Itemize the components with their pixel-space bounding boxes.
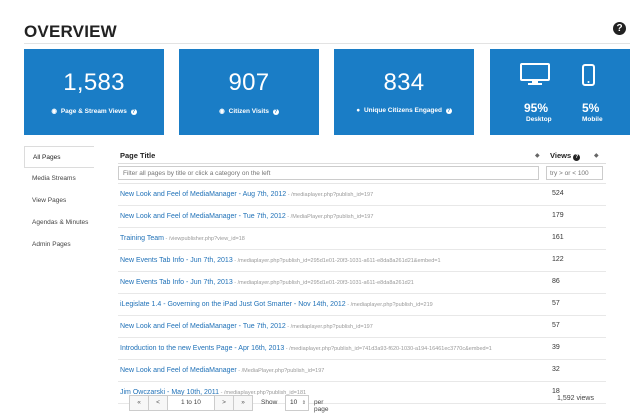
next-page-button[interactable]: > [214,395,234,411]
page-url: /mediaplayer.php?publish_id=197 [291,192,374,198]
info-icon[interactable]: ? [130,109,137,115]
tile-label: Citizen Visits [228,108,269,115]
desktop-label: Desktop [526,116,552,123]
table-body: New Look and Feel of MediaManager - Aug … [118,184,606,404]
table-row: iLegislate 1.4 - Governing on the iPad J… [118,294,606,316]
column-header-page-title[interactable]: Page Title [120,151,155,160]
views-count: 39 [552,344,560,351]
table-header: Page Title ◆ Views ? ◆ [118,146,606,164]
tile-value: 834 [383,69,425,96]
views-count: 86 [552,278,560,285]
title-divider [24,43,630,44]
filter-row [118,164,606,184]
views-count: 57 [552,300,560,307]
views-count: 122 [552,256,564,263]
page-url: /mediaplayer.php?publish_id=219 [350,302,433,308]
sidebar-item-admin-pages[interactable]: Admin Pages [24,234,94,256]
desktop-icon [520,63,550,85]
eye-icon: ◉ [219,108,225,115]
table-row: New Look and Feel of MediaManager - Tue … [118,206,606,228]
eye-icon: ◉ [51,108,58,115]
total-views: 1,592 views [557,395,594,402]
help-icon[interactable]: ? [613,22,626,35]
table-row: Introduction to the new Events Page - Ap… [118,338,606,360]
info-icon[interactable]: ? [272,109,279,115]
chevron-updown-icon: ⇕ [301,400,306,406]
show-label: Show [261,399,278,406]
info-icon[interactable]: ? [445,108,452,114]
sidebar-item-agendas-minutes[interactable]: Agendas & Minutes [24,212,94,234]
table-row: New Events Tab Info - Jun 7th, 2013 - /m… [118,272,606,294]
page-link[interactable]: New Look and Feel of MediaManager - Tue … [120,213,286,220]
tile-value: 1,583 [63,69,125,96]
page-url: /mediaplayer.php?publish_id=295d1e01-20f… [237,280,414,286]
page-link[interactable]: iLegislate 1.4 - Governing on the iPad J… [120,301,346,308]
tile-label: Page & Stream Views [60,108,127,115]
tile-label: Unique Citizens Engaged [363,107,442,114]
page-link[interactable]: New Look and Feel of MediaManager - Tue … [120,323,286,330]
unique-citizens-tile: 834 ● Unique Citizens Engaged ? [334,49,474,135]
per-page-select[interactable]: 10 ⇕ [285,395,309,411]
page-link[interactable]: Training Team [120,235,164,242]
table-row: New Events Tab Info - Jun 7th, 2013 - /m… [118,250,606,272]
page-link[interactable]: New Look and Feel of MediaManager [120,367,237,374]
tile-value: 907 [228,69,270,96]
page-url: /mediaplayer.php?publish_id=741d3a93-f62… [289,346,492,352]
table-row: Training Team - /viewpublisher.php?view_… [118,228,606,250]
pages-table: Page Title ◆ Views ? ◆ New Look and Feel… [118,146,606,404]
page-range: 1 to 10 [168,395,214,411]
tile-caption: ◉ Citizen Visits ? [179,107,319,115]
citizen-visits-tile: 907 ◉ Citizen Visits ? [179,49,319,135]
views-filter-input[interactable] [546,166,603,180]
sidebar-item-all-pages[interactable]: All Pages [24,146,94,168]
last-page-button[interactable]: » [233,395,253,411]
page-url: /viewpublisher.php?view_id=18 [168,236,245,242]
views-count: 524 [552,190,564,197]
views-count: 57 [552,322,560,329]
table-row: New Look and Feel of MediaManager - Tue … [118,316,606,338]
table-row: New Look and Feel of MediaManager - Aug … [118,184,606,206]
tile-caption: ◉ Page & Stream Views ? [24,107,164,115]
device-breakdown-tile: 95% Desktop 5% Mobile [490,49,630,135]
tile-caption: ● Unique Citizens Engaged ? [334,107,474,114]
table-row: New Look and Feel of MediaManager - /Med… [118,360,606,382]
sort-icon[interactable]: ◆ [594,152,599,159]
views-count: 32 [552,366,560,373]
views-count: 161 [552,234,564,241]
column-header-views[interactable]: Views ? [550,151,581,161]
page-link[interactable]: New Events Tab Info - Jun 7th, 2013 [120,257,233,264]
views-count: 18 [552,388,560,395]
views-count: 179 [552,212,564,219]
page-url: /MediaPlayer.php?publish_id=197 [241,368,325,374]
per-page-label: per page [314,399,329,413]
sidebar-item-media-streams[interactable]: Media Streams [24,168,94,190]
prev-page-button[interactable]: < [148,395,168,411]
page-url: /mediaplayer.php?publish_id=197 [290,324,373,330]
user-icon: ● [356,107,361,114]
mobile-percent: 5% [582,101,600,115]
sidebar-item-view-pages[interactable]: View Pages [24,190,94,212]
info-icon[interactable]: ? [573,154,581,161]
title-filter-input[interactable] [118,166,539,180]
category-sidebar: All Pages Media Streams View Pages Agend… [24,146,94,256]
page-url: /MediaPlayer.php?publish_id=197 [290,214,374,220]
desktop-percent: 95% [524,101,549,115]
per-page-value: 10 [290,399,298,406]
page-stream-views-tile: 1,583 ◉ Page & Stream Views ? [24,49,164,135]
mobile-label: Mobile [582,116,603,123]
page-link[interactable]: Introduction to the new Events Page - Ap… [120,345,284,352]
sort-icon[interactable]: ◆ [535,152,540,159]
first-page-button[interactable]: « [129,395,149,411]
views-header-label: Views [550,151,572,160]
page-link[interactable]: New Events Tab Info - Jun 7th, 2013 [120,279,233,286]
page-link[interactable]: New Look and Feel of MediaManager - Aug … [120,191,286,198]
page-url: /mediaplayer.php?publish_id=295d1e01-20f… [237,258,441,264]
mobile-icon [582,64,595,86]
page-title: OVERVIEW [24,22,117,41]
